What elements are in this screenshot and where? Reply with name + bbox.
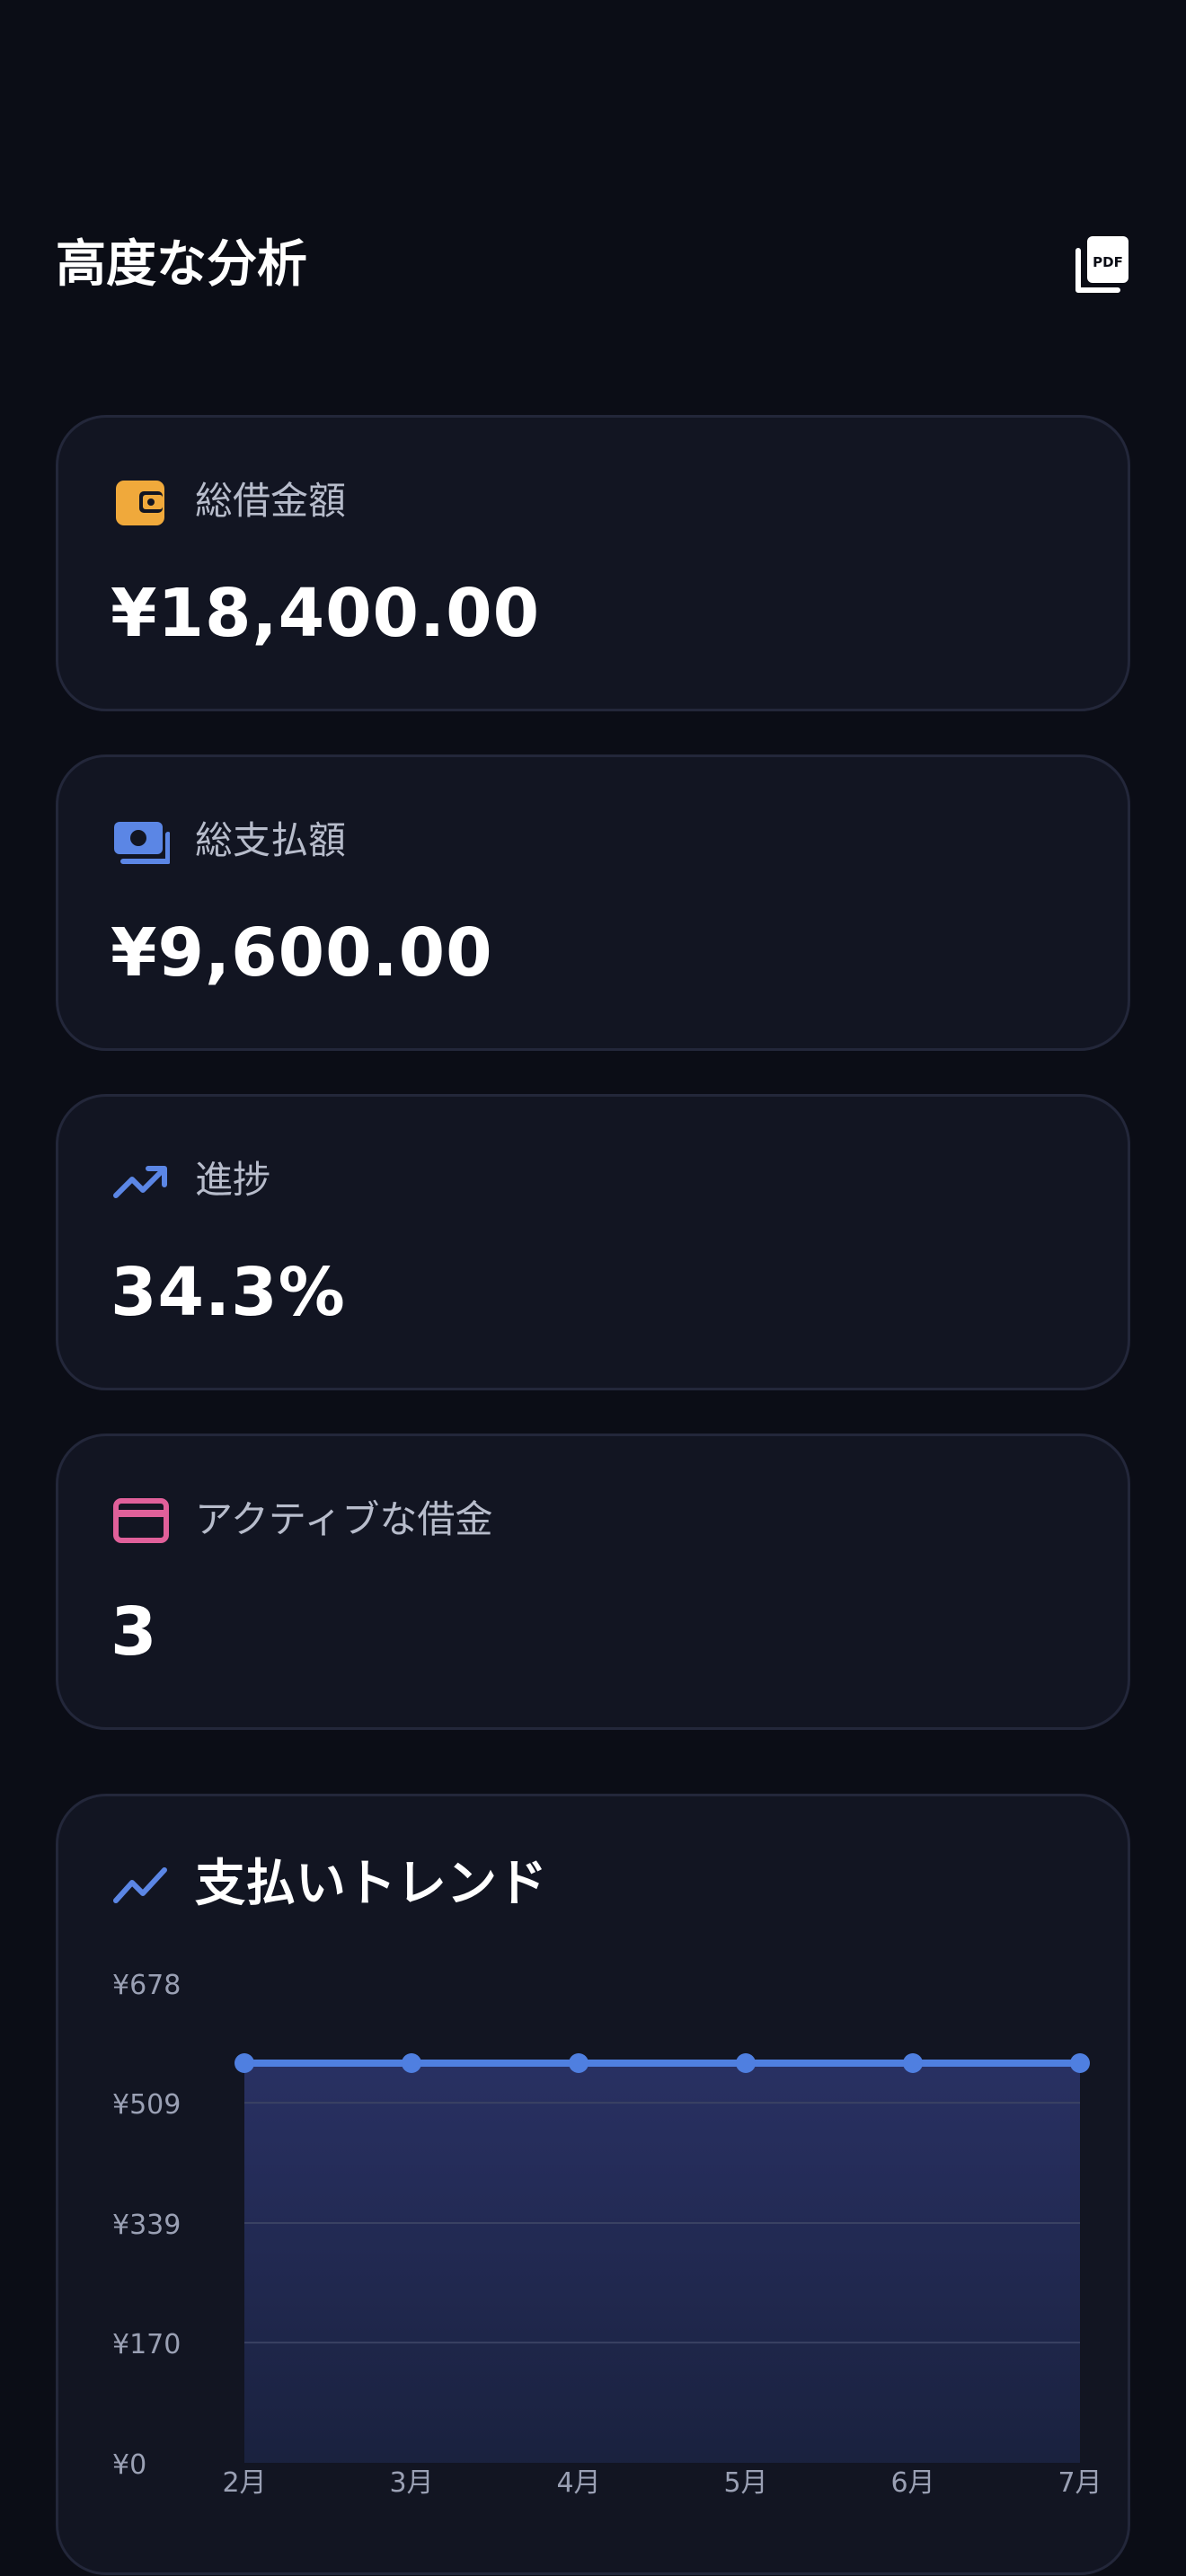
progress-card: 進捗 34.3% [56,1094,1130,1390]
cash-icon [114,822,170,864]
credit-card-icon [113,1498,169,1543]
stat-label: アクティブな借金 [195,1497,493,1541]
data-point [569,2053,589,2073]
stat-value: 34.3% [111,1254,346,1331]
y-tick-label: ¥0 [112,2449,146,2481]
data-point [1070,2053,1090,2073]
data-point [235,2053,254,2073]
stat-label: 総借金額 [195,479,347,523]
data-point [402,2053,421,2073]
y-tick-label: ¥170 [112,2329,181,2360]
total-debt-card: 総借金額 ¥18,400.00 [56,415,1130,711]
header: 高度な分析 PDF [56,229,1130,301]
x-tick-label: 4月 [556,2467,600,2499]
payment-trend-chart: ¥678 ¥509 ¥339 ¥170 ¥0 2月 3月 4月 5月 6月 7月 [112,1970,1102,2499]
y-tick-label: ¥678 [112,1970,181,2001]
data-point [903,2053,923,2073]
stat-value: 3 [111,1593,158,1671]
pdf-icon: PDF [1075,236,1128,293]
y-tick-label: ¥509 [112,2089,181,2121]
stat-label: 総支払額 [195,818,347,862]
total-paid-card: 総支払額 ¥9,600.00 [56,754,1130,1051]
x-tick-label: 3月 [389,2467,433,2499]
payment-trend-card: 支払いトレンド ¥678 ¥509 ¥339 ¥170 ¥0 2月 3月 4月 5月 6月 7月 [56,1794,1130,2575]
area-fill [244,2063,1080,2463]
stat-value: ¥18,400.00 [111,575,541,652]
pdf-icon-text: PDF [1093,254,1123,270]
x-tick-label: 2月 [222,2467,266,2499]
x-tick-label: 6月 [890,2467,934,2499]
active-debts-card: アクティブな借金 3 [56,1434,1130,1730]
wallet-icon [116,481,164,525]
stat-value: ¥9,600.00 [111,914,493,992]
x-tick-label: 7月 [1058,2467,1102,2499]
data-point [736,2053,756,2073]
export-pdf-button[interactable]: PDF [1073,234,1130,296]
x-tick-label: 5月 [723,2467,767,2499]
y-tick-label: ¥339 [112,2210,181,2241]
trending-up-icon [113,1166,167,1198]
page-title: 高度な分析 [56,235,307,294]
stat-label: 進捗 [195,1158,271,1202]
